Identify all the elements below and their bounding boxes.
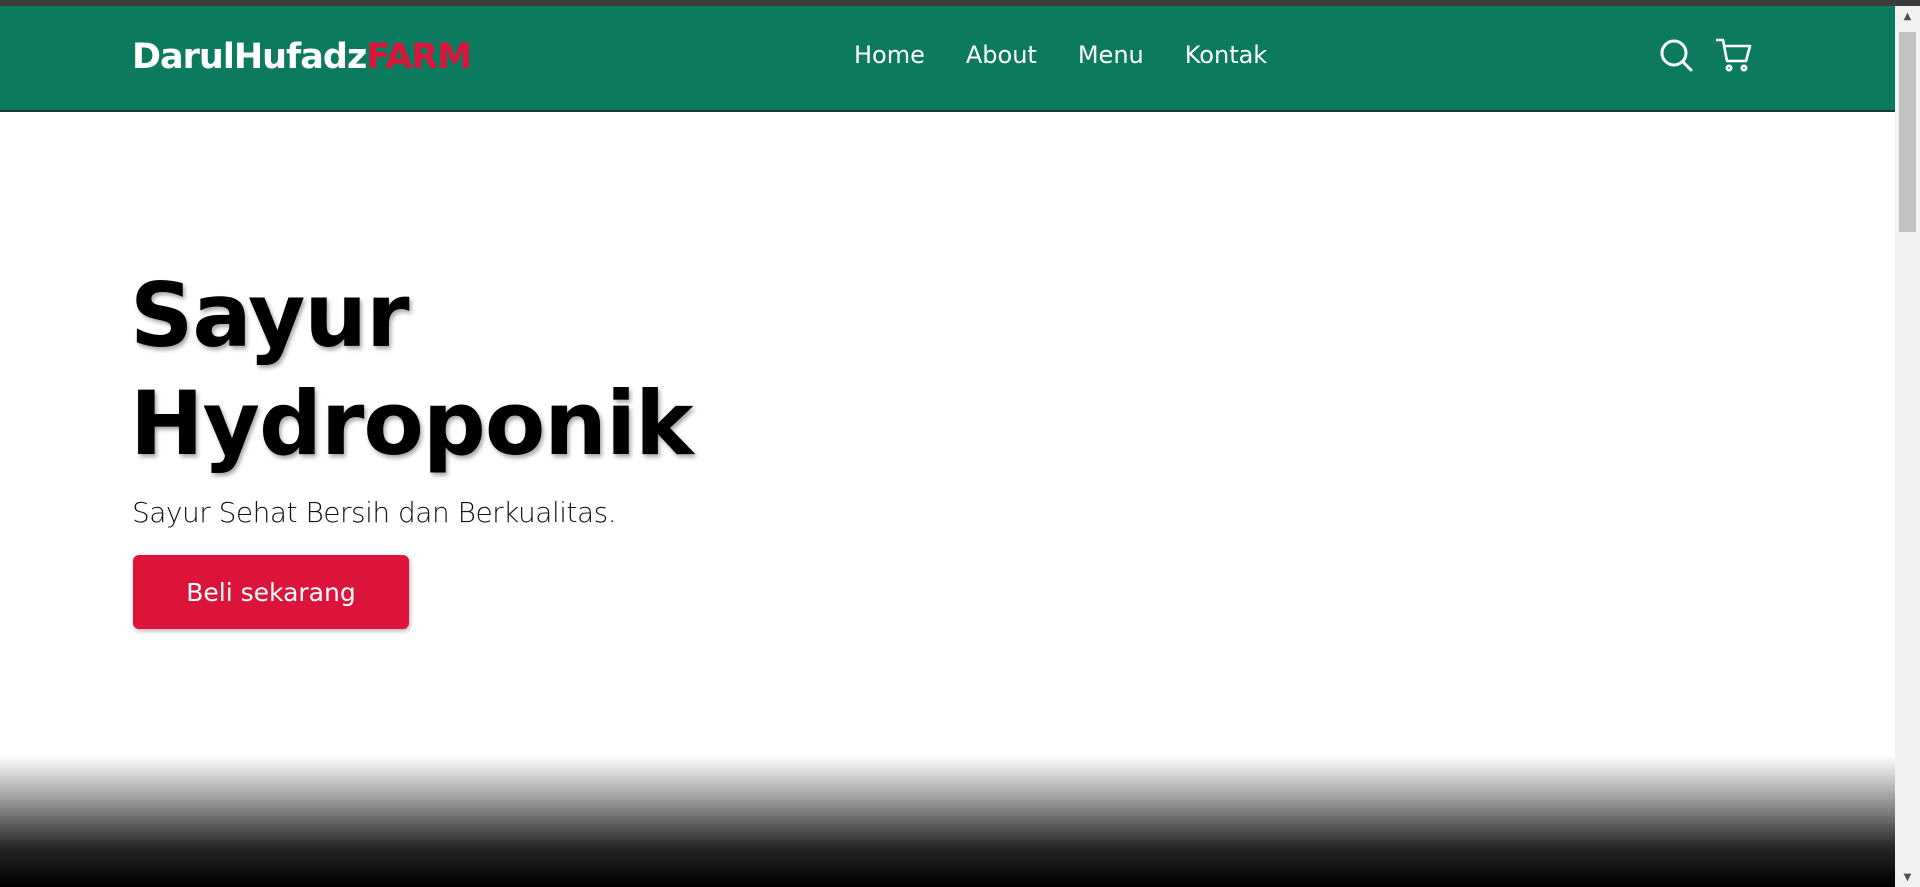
nav-links: Home About Menu Kontak [854,41,1267,69]
hero-title-line1: Sayur [130,264,409,367]
cart-icon[interactable] [1716,37,1752,73]
brand-name-accent: FARM [366,37,472,77]
nav-icons [1658,37,1752,73]
search-icon[interactable] [1658,37,1694,73]
scroll-thumb[interactable] [1899,32,1916,232]
nav-link-home[interactable]: Home [854,41,925,69]
brand-name-primary: DarulHufadz [132,37,367,77]
hero-bottom-gradient [0,755,1895,887]
hero-title-line2: Hydroponik [130,372,694,475]
nav-link-menu[interactable]: Menu [1078,41,1144,69]
hero-title: Sayur Hydroponik [130,262,694,478]
nav-link-kontak[interactable]: Kontak [1185,41,1267,69]
browser-viewport: DarulHufadzFARM Home About Menu Kontak S… [0,0,1920,887]
navbar: DarulHufadzFARM Home About Menu Kontak [0,6,1895,112]
scroll-up-arrow-icon[interactable]: ▲ [1895,6,1920,26]
hero-subtitle: Sayur Sehat Bersih dan Berkualitas. [132,496,617,529]
vertical-scrollbar[interactable]: ▲ ▼ [1895,6,1920,887]
hero-section: Sayur Hydroponik Sayur Sehat Bersih dan … [0,112,1895,887]
brand-logo[interactable]: DarulHufadzFARM [132,37,472,77]
nav-link-about[interactable]: About [966,41,1037,69]
buy-now-button[interactable]: Beli sekarang [133,555,409,629]
scroll-down-arrow-icon[interactable]: ▼ [1895,867,1920,887]
